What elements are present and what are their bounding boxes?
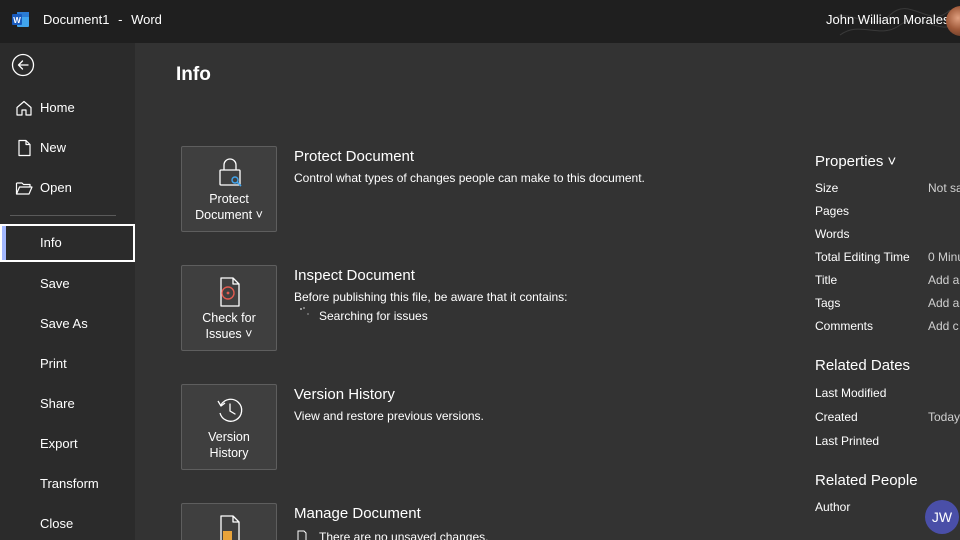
nav-home[interactable]: Home bbox=[0, 89, 135, 127]
new-document-icon bbox=[18, 139, 31, 157]
nav-close-label: Close bbox=[40, 516, 74, 531]
app-name: Word bbox=[131, 12, 162, 27]
created-value: Today, bbox=[928, 410, 960, 424]
prop-pages-key: Pages bbox=[815, 204, 850, 218]
manage-document-icon bbox=[220, 515, 240, 540]
version-label-line2: History bbox=[209, 446, 249, 460]
nav-share-label: Share bbox=[40, 396, 75, 411]
author-key: Author bbox=[815, 500, 851, 514]
backstage-nav: Home New Open Info Save Save As Print Sh… bbox=[0, 43, 135, 540]
properties-heading[interactable]: Properties ˅ bbox=[815, 153, 896, 170]
prop-size-value: Not sa bbox=[928, 181, 960, 195]
active-indicator bbox=[2, 226, 6, 260]
prop-words-key: Words bbox=[815, 227, 850, 241]
protect-document-desc: Control what types of changes people can… bbox=[294, 171, 645, 185]
prop-comments-value[interactable]: Add c bbox=[928, 319, 959, 333]
related-dates-heading: Related Dates bbox=[815, 357, 911, 374]
loading-spinner-icon bbox=[300, 307, 309, 315]
nav-transform-label: Transform bbox=[40, 476, 99, 491]
version-label-line1: Version bbox=[208, 430, 250, 444]
inspect-document-title: Inspect Document bbox=[294, 267, 415, 284]
home-icon bbox=[16, 100, 32, 116]
version-history-button-label: Version History bbox=[182, 429, 276, 461]
account-name[interactable]: John William Morales bbox=[826, 12, 950, 27]
inspect-document-desc: Before publishing this file, be aware th… bbox=[294, 290, 568, 304]
prop-title-value[interactable]: Add a bbox=[928, 273, 959, 287]
nav-save[interactable]: Save bbox=[0, 265, 135, 303]
document-name: Document1 bbox=[43, 12, 110, 27]
nav-save-as[interactable]: Save As bbox=[0, 305, 135, 343]
nav-export[interactable]: Export bbox=[0, 425, 135, 463]
inspect-status-text: Searching for issues bbox=[319, 309, 428, 323]
nav-export-label: Export bbox=[40, 436, 78, 451]
prop-editing-time-key: Total Editing Time bbox=[815, 250, 910, 264]
title-bar: W Document1 - Word John William Morales bbox=[0, 0, 960, 43]
nav-info-label: Info bbox=[40, 235, 62, 250]
nav-open-label: Open bbox=[40, 180, 72, 195]
document-status-icon bbox=[297, 530, 307, 540]
version-history-title: Version History bbox=[294, 386, 395, 403]
svg-text:W: W bbox=[13, 16, 21, 25]
nav-save-as-label: Save As bbox=[40, 316, 88, 331]
nav-new-label: New bbox=[40, 140, 67, 155]
check-label-line1: Check for bbox=[202, 311, 256, 325]
word-app-icon: W bbox=[12, 12, 29, 27]
nav-transform[interactable]: Transform bbox=[0, 465, 135, 503]
nav-close[interactable]: Close bbox=[0, 505, 135, 540]
check-label-line2: Issues ˅ bbox=[205, 327, 253, 341]
prop-tags-value[interactable]: Add a bbox=[928, 296, 959, 310]
lock-icon bbox=[219, 158, 242, 187]
nav-separator bbox=[10, 215, 116, 216]
history-clock-icon bbox=[217, 398, 243, 422]
protect-document-title: Protect Document bbox=[294, 148, 415, 165]
protect-label-line1: Protect bbox=[209, 192, 249, 206]
check-for-issues-button[interactable]: Check for Issues ˅ bbox=[181, 265, 277, 351]
prop-title-key: Title bbox=[815, 273, 838, 287]
last-modified-key: Last Modified bbox=[815, 386, 887, 400]
nav-info[interactable]: Info bbox=[0, 224, 135, 262]
protect-document-button-label: Protect Document ˅ bbox=[182, 191, 276, 223]
page-title: Info bbox=[176, 64, 211, 85]
manage-document-button[interactable] bbox=[181, 503, 277, 540]
window-title: Document1 - Word bbox=[43, 12, 162, 27]
open-folder-icon bbox=[15, 182, 33, 195]
nav-home-label: Home bbox=[40, 100, 75, 115]
title-separator: - bbox=[118, 12, 123, 27]
nav-open[interactable]: Open bbox=[0, 169, 135, 207]
prop-comments-key: Comments bbox=[815, 319, 874, 333]
prop-size-key: Size bbox=[815, 181, 839, 195]
nav-new[interactable]: New bbox=[0, 129, 135, 167]
inspect-document-icon bbox=[220, 277, 240, 307]
nav-print[interactable]: Print bbox=[0, 345, 135, 383]
related-people-heading: Related People bbox=[815, 472, 918, 489]
nav-share[interactable]: Share bbox=[0, 385, 135, 423]
last-printed-key: Last Printed bbox=[815, 434, 880, 448]
protect-label-line2: Document ˅ bbox=[195, 208, 263, 222]
manage-document-desc: There are no unsaved changes. bbox=[319, 530, 489, 540]
prop-tags-key: Tags bbox=[815, 296, 841, 310]
created-key: Created bbox=[815, 410, 858, 424]
back-arrow-icon[interactable] bbox=[11, 53, 35, 77]
author-avatar[interactable]: JW bbox=[925, 500, 959, 534]
nav-save-label: Save bbox=[40, 276, 70, 291]
version-history-desc: View and restore previous versions. bbox=[294, 409, 484, 423]
protect-document-button[interactable]: Protect Document ˅ bbox=[181, 146, 277, 232]
version-history-button[interactable]: Version History bbox=[181, 384, 277, 470]
nav-print-label: Print bbox=[40, 356, 67, 371]
check-for-issues-button-label: Check for Issues ˅ bbox=[182, 310, 276, 342]
prop-editing-time-value: 0 Minu bbox=[928, 250, 960, 264]
manage-document-title: Manage Document bbox=[294, 505, 421, 522]
